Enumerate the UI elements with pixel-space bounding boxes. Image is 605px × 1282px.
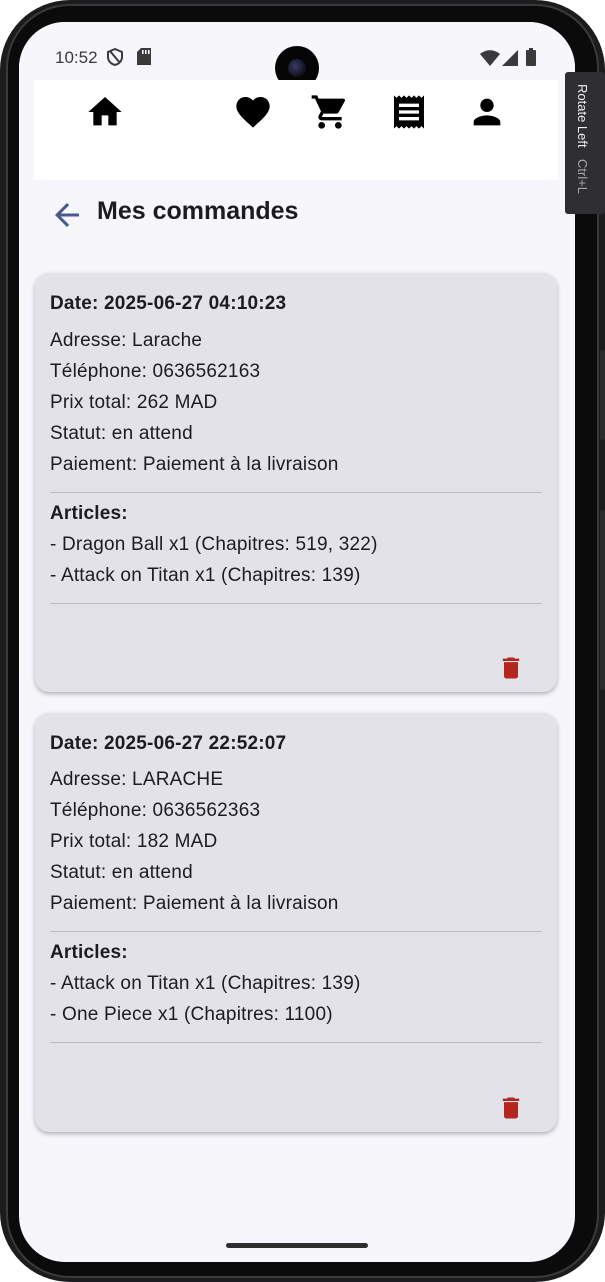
order-date: Date: 2025-06-27 22:52:07 — [50, 733, 287, 754]
shield-icon — [107, 47, 123, 71]
rotate-left-tooltip: Rotate Left Ctrl+L — [565, 72, 605, 214]
power-button — [600, 350, 605, 440]
top-navigation-bar — [34, 80, 558, 180]
order-total: Prix total: 182 MAD — [50, 831, 218, 852]
wifi-icon — [480, 50, 500, 71]
order-date: Date: 2025-06-27 04:10:23 — [50, 293, 287, 314]
cart-icon[interactable] — [310, 92, 350, 132]
delete-trash-icon[interactable] — [497, 1093, 525, 1123]
article-item: - One Piece x1 (Chapitres: 1100) — [50, 1004, 333, 1025]
order-card: Date: 2025-06-27 22:52:07 Adresse: LARAC… — [35, 713, 557, 1132]
favorites-heart-icon[interactable] — [233, 92, 273, 132]
app-screen: 10:52 Mes commandes Date: 2025-06-27 04:… — [19, 22, 575, 1262]
order-phone: Téléphone: 0636562363 — [50, 800, 261, 821]
articles-title: Articles: — [50, 503, 128, 524]
divider — [50, 492, 542, 493]
article-item: - Dragon Ball x1 (Chapitres: 519, 322) — [50, 534, 378, 555]
article-item: - Attack on Titan x1 (Chapitres: 139) — [50, 565, 361, 586]
divider — [50, 931, 542, 932]
delete-trash-icon[interactable] — [497, 653, 525, 683]
cellular-icon — [502, 50, 518, 71]
articles-title: Articles: — [50, 942, 128, 963]
order-status: Statut: en attend — [50, 862, 193, 883]
home-icon[interactable] — [85, 92, 125, 132]
order-status: Statut: en attend — [50, 423, 193, 444]
order-payment: Paiement: Paiement à la livraison — [50, 893, 339, 914]
tooltip-shortcut: Ctrl+L — [575, 159, 590, 195]
back-arrow-icon[interactable] — [49, 197, 85, 233]
orders-receipt-icon[interactable] — [389, 92, 429, 132]
volume-button — [600, 510, 605, 690]
sd-card-icon — [137, 48, 151, 70]
profile-icon[interactable] — [467, 92, 507, 132]
divider — [50, 603, 542, 604]
tooltip-label: Rotate Left — [575, 84, 590, 148]
gesture-navigation-bar[interactable] — [226, 1243, 368, 1248]
page-header: Mes commandes — [19, 187, 575, 247]
order-address: Adresse: LARACHE — [50, 769, 224, 790]
order-address: Adresse: Larache — [50, 330, 203, 351]
order-phone: Téléphone: 0636562163 — [50, 361, 261, 382]
status-time: 10:52 — [55, 48, 98, 67]
order-payment: Paiement: Paiement à la livraison — [50, 454, 339, 475]
order-card: Date: 2025-06-27 04:10:23 Adresse: Larac… — [35, 273, 557, 692]
battery-icon — [526, 48, 536, 71]
page-title: Mes commandes — [97, 197, 299, 225]
divider — [50, 1042, 542, 1043]
article-item: - Attack on Titan x1 (Chapitres: 139) — [50, 973, 361, 994]
phone-frame: 10:52 Mes commandes Date: 2025-06-27 04:… — [0, 0, 605, 1282]
order-total: Prix total: 262 MAD — [50, 392, 218, 413]
